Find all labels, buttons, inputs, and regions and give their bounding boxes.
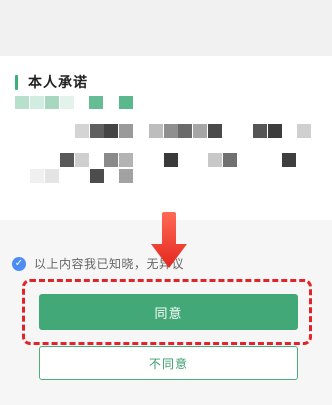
- section-title: 本人承诺: [28, 75, 88, 91]
- annotation-highlight-box: [22, 279, 312, 345]
- section-accent-bar: [15, 74, 18, 90]
- commitment-card: 本人承诺: [0, 56, 332, 220]
- down-arrow-icon: [151, 212, 187, 268]
- disagree-button[interactable]: 不同意: [39, 346, 298, 380]
- check-circle-icon[interactable]: ✓: [12, 256, 26, 271]
- top-strip: [0, 0, 332, 56]
- section-header: 本人承诺: [15, 72, 88, 92]
